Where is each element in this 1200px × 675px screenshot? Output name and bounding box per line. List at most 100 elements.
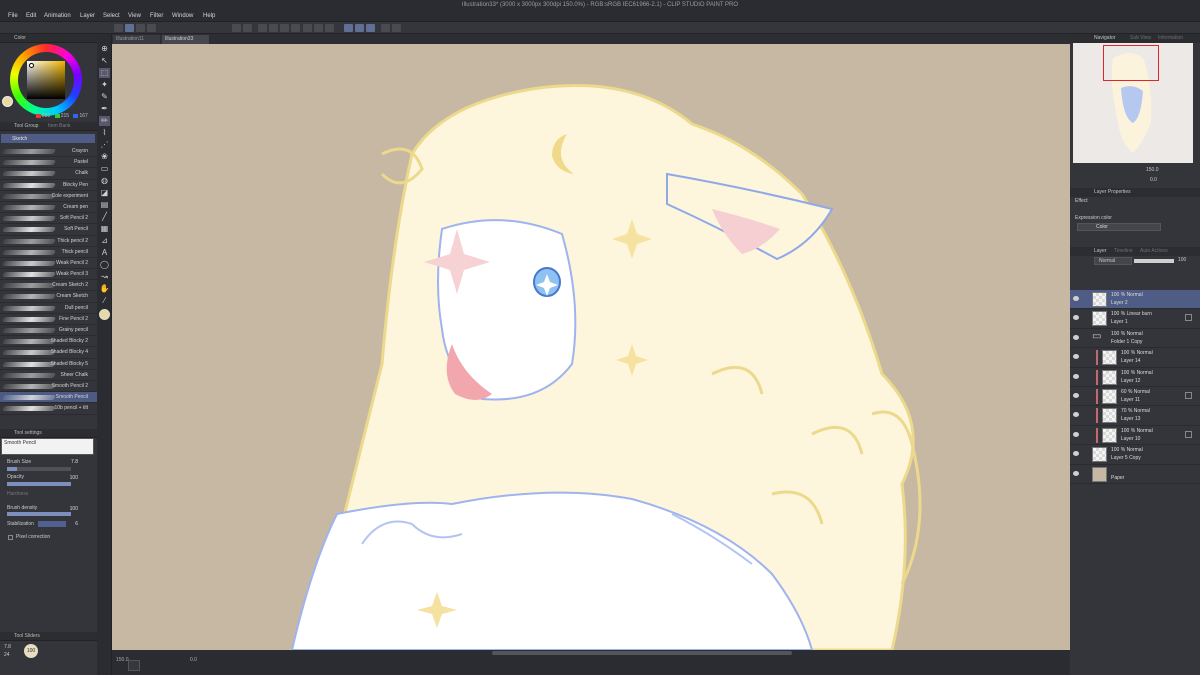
brush-size-slider[interactable] [7, 467, 71, 471]
layer-row[interactable]: 100 % Normal Layer 5 Copy [1070, 445, 1200, 465]
stabilization-value[interactable]: 6 [64, 521, 78, 527]
visibility-eye-icon[interactable] [1073, 412, 1079, 418]
snap-grid-icon[interactable] [366, 24, 375, 32]
menu-window[interactable]: Window [172, 13, 193, 19]
eyedropper-tool-icon[interactable]: ✎ [99, 92, 110, 102]
layer-name[interactable]: Layer 14 [1121, 358, 1140, 364]
show-selection-icon[interactable] [325, 24, 334, 32]
selection-tool-icon[interactable]: ⬚ [99, 68, 110, 78]
settings-icon[interactable] [392, 24, 401, 32]
brush-item[interactable]: Pastel [0, 157, 97, 169]
navigator-rotation[interactable]: 0.0 [1150, 177, 1157, 183]
clear-icon[interactable] [258, 24, 267, 32]
brush-density-value[interactable]: 100 [64, 506, 78, 512]
quick-access-icon[interactable] [147, 24, 156, 32]
hand-tool-icon[interactable]: ✋ [99, 284, 110, 294]
layer-title[interactable]: Layer [1094, 248, 1107, 254]
tool-group-title[interactable]: Tool Group [14, 123, 38, 129]
visibility-eye-icon[interactable] [1073, 451, 1079, 457]
item-bank-tab[interactable]: Item Bank [48, 123, 71, 129]
canvas-area[interactable] [112, 44, 1070, 650]
brush-item[interactable]: Soft Pencil 2 [0, 213, 97, 225]
visibility-eye-icon[interactable] [1073, 393, 1079, 398]
tool-slider-badge[interactable]: 100 [24, 644, 38, 658]
color-picker-marker[interactable] [29, 63, 34, 68]
operation-tool-icon[interactable]: ↖ [99, 56, 110, 66]
brush-item[interactable]: Weak Pencil 3 [0, 269, 97, 281]
brush-item[interactable]: Blocky Pen [0, 180, 97, 191]
doc-tab-illustration11[interactable]: Illustration11 [113, 35, 160, 44]
new-file-icon[interactable] [114, 24, 123, 32]
layer-mask-icon[interactable] [1185, 430, 1192, 438]
brush-item[interactable]: Sheer Chalk [0, 370, 97, 381]
layer-name[interactable]: Layer 12 [1121, 378, 1140, 384]
pixel-correction-checkbox[interactable] [8, 535, 13, 540]
decoration-tool-icon[interactable]: ❀ [99, 152, 110, 162]
layer-row[interactable]: 100 % Normal Layer 2 [1070, 290, 1200, 310]
brush-size-value[interactable]: 7.8 [64, 459, 78, 465]
gradient-tool-icon[interactable]: ▤ [99, 200, 110, 210]
airbrush-tool-icon[interactable]: ⋰ [99, 140, 110, 150]
layer-row[interactable]: 100 % Normal Layer 14 [1070, 348, 1200, 368]
blend-tool-icon[interactable]: ◍ [99, 176, 110, 186]
layer-name[interactable]: Paper [1111, 475, 1124, 481]
menu-animation[interactable]: Animation [44, 13, 71, 19]
brush-item[interactable]: Grainy pencil [0, 325, 97, 337]
zoom-readout[interactable]: 150.0 [116, 657, 129, 663]
layer-name[interactable]: Layer 1 [1111, 319, 1128, 325]
menu-filter[interactable]: Filter [150, 13, 163, 19]
timeline-tab[interactable]: Timeline [1114, 248, 1133, 254]
stabilization-steps[interactable] [38, 521, 66, 527]
balloon-tool-icon[interactable]: ◯ [99, 260, 110, 270]
information-tab[interactable]: Information [1158, 35, 1183, 41]
menu-file[interactable]: File [8, 13, 18, 19]
fill-tool-icon[interactable]: ◪ [99, 188, 110, 198]
figure-tool-icon[interactable]: ╱ [99, 212, 110, 222]
brush-item[interactable]: 10b pencil + tilt [0, 403, 97, 415]
layer-name[interactable]: Layer 5 Copy [1111, 455, 1141, 461]
open-file-icon[interactable] [125, 24, 134, 32]
brush-item[interactable]: Dull pencil [0, 303, 97, 314]
layer-name[interactable]: Layer 2 [1111, 300, 1128, 306]
layer-name[interactable]: Layer 13 [1121, 416, 1140, 422]
opacity-value[interactable]: 100 [64, 475, 78, 481]
sub-view-tab[interactable]: Sub View [1130, 35, 1151, 41]
zoom-tool-icon[interactable]: ⊕ [99, 44, 110, 54]
navigator-zoom[interactable]: 150.0 [1146, 167, 1159, 173]
brush-item[interactable]: Shaded Blocky 2 [0, 336, 97, 348]
layer-row[interactable]: 60 % Normal Layer 11 [1070, 387, 1200, 407]
brush-item[interactable]: Shaded Blocky 4 [0, 347, 97, 359]
artwork-canvas[interactable] [112, 44, 1070, 650]
blend-mode-select[interactable]: Normal [1094, 257, 1132, 265]
save-icon[interactable] [136, 24, 145, 32]
visibility-eye-icon[interactable] [1073, 470, 1079, 476]
brush-item[interactable]: Soft Pencil [0, 224, 97, 236]
brush-item[interactable]: Thick pencil [0, 247, 97, 258]
brush-item[interactable]: Chalk [0, 168, 97, 180]
layer-opacity-value[interactable]: 100 [1178, 257, 1186, 263]
visibility-eye-icon[interactable] [1073, 334, 1079, 340]
menu-select[interactable]: Select [103, 13, 120, 19]
brush-item[interactable]: Thick pencil 2 [0, 236, 97, 247]
brush-item[interactable]: Smooth Pencil 2 [0, 381, 97, 393]
pencil-tool-icon[interactable]: ✏ [99, 116, 110, 126]
visibility-eye-icon[interactable] [1073, 296, 1079, 301]
brush-item[interactable]: Crayon [0, 146, 97, 158]
brush-item[interactable]: Cream Sketch [0, 291, 97, 303]
layer-row[interactable]: 70 % Normal Layer 13 [1070, 406, 1200, 426]
color-wheel[interactable] [10, 44, 82, 116]
visibility-eye-icon[interactable] [1073, 431, 1079, 437]
clear-outside-icon[interactable] [269, 24, 278, 32]
layer-row[interactable]: 100 % Normal Layer 12 [1070, 368, 1200, 387]
correct-line-tool-icon[interactable]: ↝ [99, 272, 110, 282]
layer-row[interactable]: 100 % Linear burn Layer 1 [1070, 309, 1200, 329]
brush-item[interactable]: Cream Sketch 2 [0, 280, 97, 292]
layer-row[interactable]: ▭ 100 % Normal Folder 1 Copy [1070, 329, 1200, 349]
navigator-preview[interactable] [1073, 43, 1193, 163]
main-color-swatch[interactable] [2, 96, 13, 107]
pen-tool-icon[interactable]: ✒ [99, 104, 110, 114]
brush-item[interactable]: Weak Pencil 2 [0, 258, 97, 270]
brush-item[interactable]: Shaded Blocky 5 [0, 359, 97, 370]
navigator-view-frame[interactable] [1103, 45, 1159, 81]
navigator-title[interactable]: Navigator [1094, 35, 1115, 41]
